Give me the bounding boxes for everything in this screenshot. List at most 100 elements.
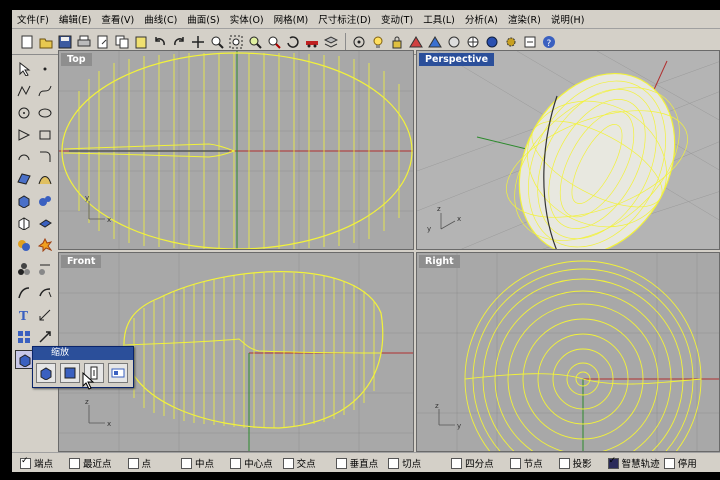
menu-mesh[interactable]: 网格(M) <box>269 12 314 26</box>
surface-icon[interactable] <box>15 170 33 187</box>
osnap-near-checkbox[interactable] <box>69 457 81 469</box>
osnap-mid[interactable]: 中点 <box>181 456 214 470</box>
polygon-icon[interactable] <box>15 126 33 143</box>
menu-analyze[interactable]: 分析(A) <box>460 12 503 26</box>
select-arrow-icon[interactable] <box>15 60 33 77</box>
menu-view[interactable]: 查看(V) <box>96 12 139 26</box>
viewport-label-top[interactable]: Top <box>61 53 92 66</box>
help-icon[interactable]: ? <box>540 33 557 50</box>
osnap-center[interactable]: 中心点 <box>230 456 273 470</box>
menu-edit[interactable]: 编辑(E) <box>54 12 96 26</box>
array-icon[interactable] <box>15 328 33 345</box>
arc-icon[interactable] <box>15 148 33 165</box>
osnap-point[interactable]: 点 <box>127 456 151 470</box>
viewport-label-front[interactable]: Front <box>61 255 102 268</box>
osnap-perp[interactable]: 垂直点 <box>335 456 378 470</box>
zoom-window-icon[interactable] <box>227 33 244 50</box>
osnap-disable[interactable]: 停用 <box>663 456 697 470</box>
dimension-icon[interactable] <box>36 306 54 323</box>
osnap-end-checkbox[interactable] <box>20 456 31 469</box>
osnap-tan-checkbox[interactable] <box>388 457 400 469</box>
spheres-icon[interactable] <box>36 192 54 209</box>
extrude-icon[interactable] <box>36 214 54 231</box>
osnap-tan[interactable]: 切点 <box>388 456 421 470</box>
sphere-icon[interactable] <box>445 33 462 50</box>
zoom-selected-icon[interactable] <box>265 33 282 50</box>
menu-file[interactable]: 文件(F) <box>12 12 54 26</box>
render-color-icon[interactable] <box>426 33 443 50</box>
zoom-window-flyout-icon[interactable] <box>108 363 128 383</box>
viewport-right[interactable]: z y Right <box>416 252 720 452</box>
fillet-curve-icon[interactable] <box>36 148 54 165</box>
viewport-top[interactable]: y x Top <box>58 50 414 250</box>
extend-icon[interactable] <box>36 284 54 301</box>
trim-icon[interactable] <box>15 284 33 301</box>
mesh-box-icon[interactable] <box>15 214 33 231</box>
osnap-point-checkbox[interactable] <box>127 457 139 469</box>
mesh-icon[interactable] <box>464 33 481 50</box>
osnap-int-checkbox[interactable] <box>282 457 294 469</box>
osnap-end[interactable]: 端点 <box>20 456 53 470</box>
osnap-knot-checkbox[interactable] <box>509 457 521 469</box>
lock-icon[interactable] <box>388 33 405 50</box>
paste-icon[interactable] <box>132 33 149 50</box>
circle-icon[interactable] <box>15 104 33 121</box>
curve-icon[interactable] <box>36 82 54 99</box>
zoom-extents-all-icon[interactable] <box>36 363 56 383</box>
osnap-project-checkbox[interactable] <box>558 457 570 469</box>
new-file-icon[interactable] <box>18 33 35 50</box>
text-icon[interactable]: T <box>15 306 33 323</box>
osnap-quad-checkbox[interactable] <box>451 457 463 469</box>
ellipse-icon[interactable] <box>36 104 54 121</box>
zoom-flyout-title[interactable]: 缩放 <box>33 347 133 360</box>
options-icon[interactable] <box>521 33 538 50</box>
move-icon[interactable] <box>36 328 54 345</box>
point-on-icon[interactable] <box>350 33 367 50</box>
redo-icon[interactable] <box>170 33 187 50</box>
osnap-perp-checkbox[interactable] <box>335 457 347 469</box>
print-icon[interactable] <box>75 33 92 50</box>
menu-solid[interactable]: 实体(O) <box>225 12 269 26</box>
loft-icon[interactable] <box>36 170 54 187</box>
render-icon[interactable] <box>407 33 424 50</box>
osnap-disable-checkbox[interactable] <box>663 457 675 469</box>
smart-track[interactable]: 智慧轨迹 <box>607 456 660 470</box>
import-icon[interactable] <box>94 33 111 50</box>
menu-tools[interactable]: 工具(L) <box>418 12 460 26</box>
point-icon[interactable] <box>36 60 54 77</box>
group-icon[interactable] <box>15 260 33 277</box>
osnap-int[interactable]: 交点 <box>282 456 316 470</box>
box-icon[interactable] <box>15 192 33 209</box>
smart-track-checkbox[interactable] <box>607 456 619 469</box>
viewport-label-right[interactable]: Right <box>419 255 460 268</box>
undo-icon[interactable] <box>151 33 168 50</box>
boolean-icon[interactable] <box>15 236 33 253</box>
viewport-perspective[interactable]: z x y Perspective <box>416 50 720 250</box>
split-icon[interactable] <box>36 260 54 277</box>
osnap-mid-checkbox[interactable] <box>181 457 193 469</box>
menu-render[interactable]: 渲染(R) <box>503 12 546 26</box>
osnap-quad[interactable]: 四分点 <box>451 456 494 470</box>
osnap-near[interactable]: 最近点 <box>69 456 112 470</box>
pan-icon[interactable] <box>189 33 206 50</box>
viewport-label-perspective[interactable]: Perspective <box>419 53 495 66</box>
menu-transform[interactable]: 变动(T) <box>376 12 418 26</box>
copy-icon[interactable] <box>113 33 130 50</box>
zoom-icon[interactable] <box>208 33 225 50</box>
menu-surface[interactable]: 曲面(S) <box>182 12 224 26</box>
rectangle-icon[interactable] <box>36 126 54 143</box>
menu-help[interactable]: 说明(H) <box>546 12 590 26</box>
rotate-view-icon[interactable] <box>284 33 301 50</box>
save-icon[interactable] <box>56 33 73 50</box>
open-icon[interactable] <box>37 33 54 50</box>
osnap-knot[interactable]: 节点 <box>509 456 543 470</box>
layer-icon[interactable] <box>322 33 339 50</box>
zoom-extents-icon[interactable] <box>246 33 263 50</box>
car-icon[interactable] <box>303 33 320 50</box>
menu-curve[interactable]: 曲线(C) <box>139 12 182 26</box>
menu-dimension[interactable]: 尺寸标注(D) <box>313 12 376 26</box>
light-icon[interactable] <box>369 33 386 50</box>
gear-icon[interactable] <box>502 33 519 50</box>
osnap-project[interactable]: 投影 <box>558 456 592 470</box>
ball-icon[interactable] <box>483 33 500 50</box>
